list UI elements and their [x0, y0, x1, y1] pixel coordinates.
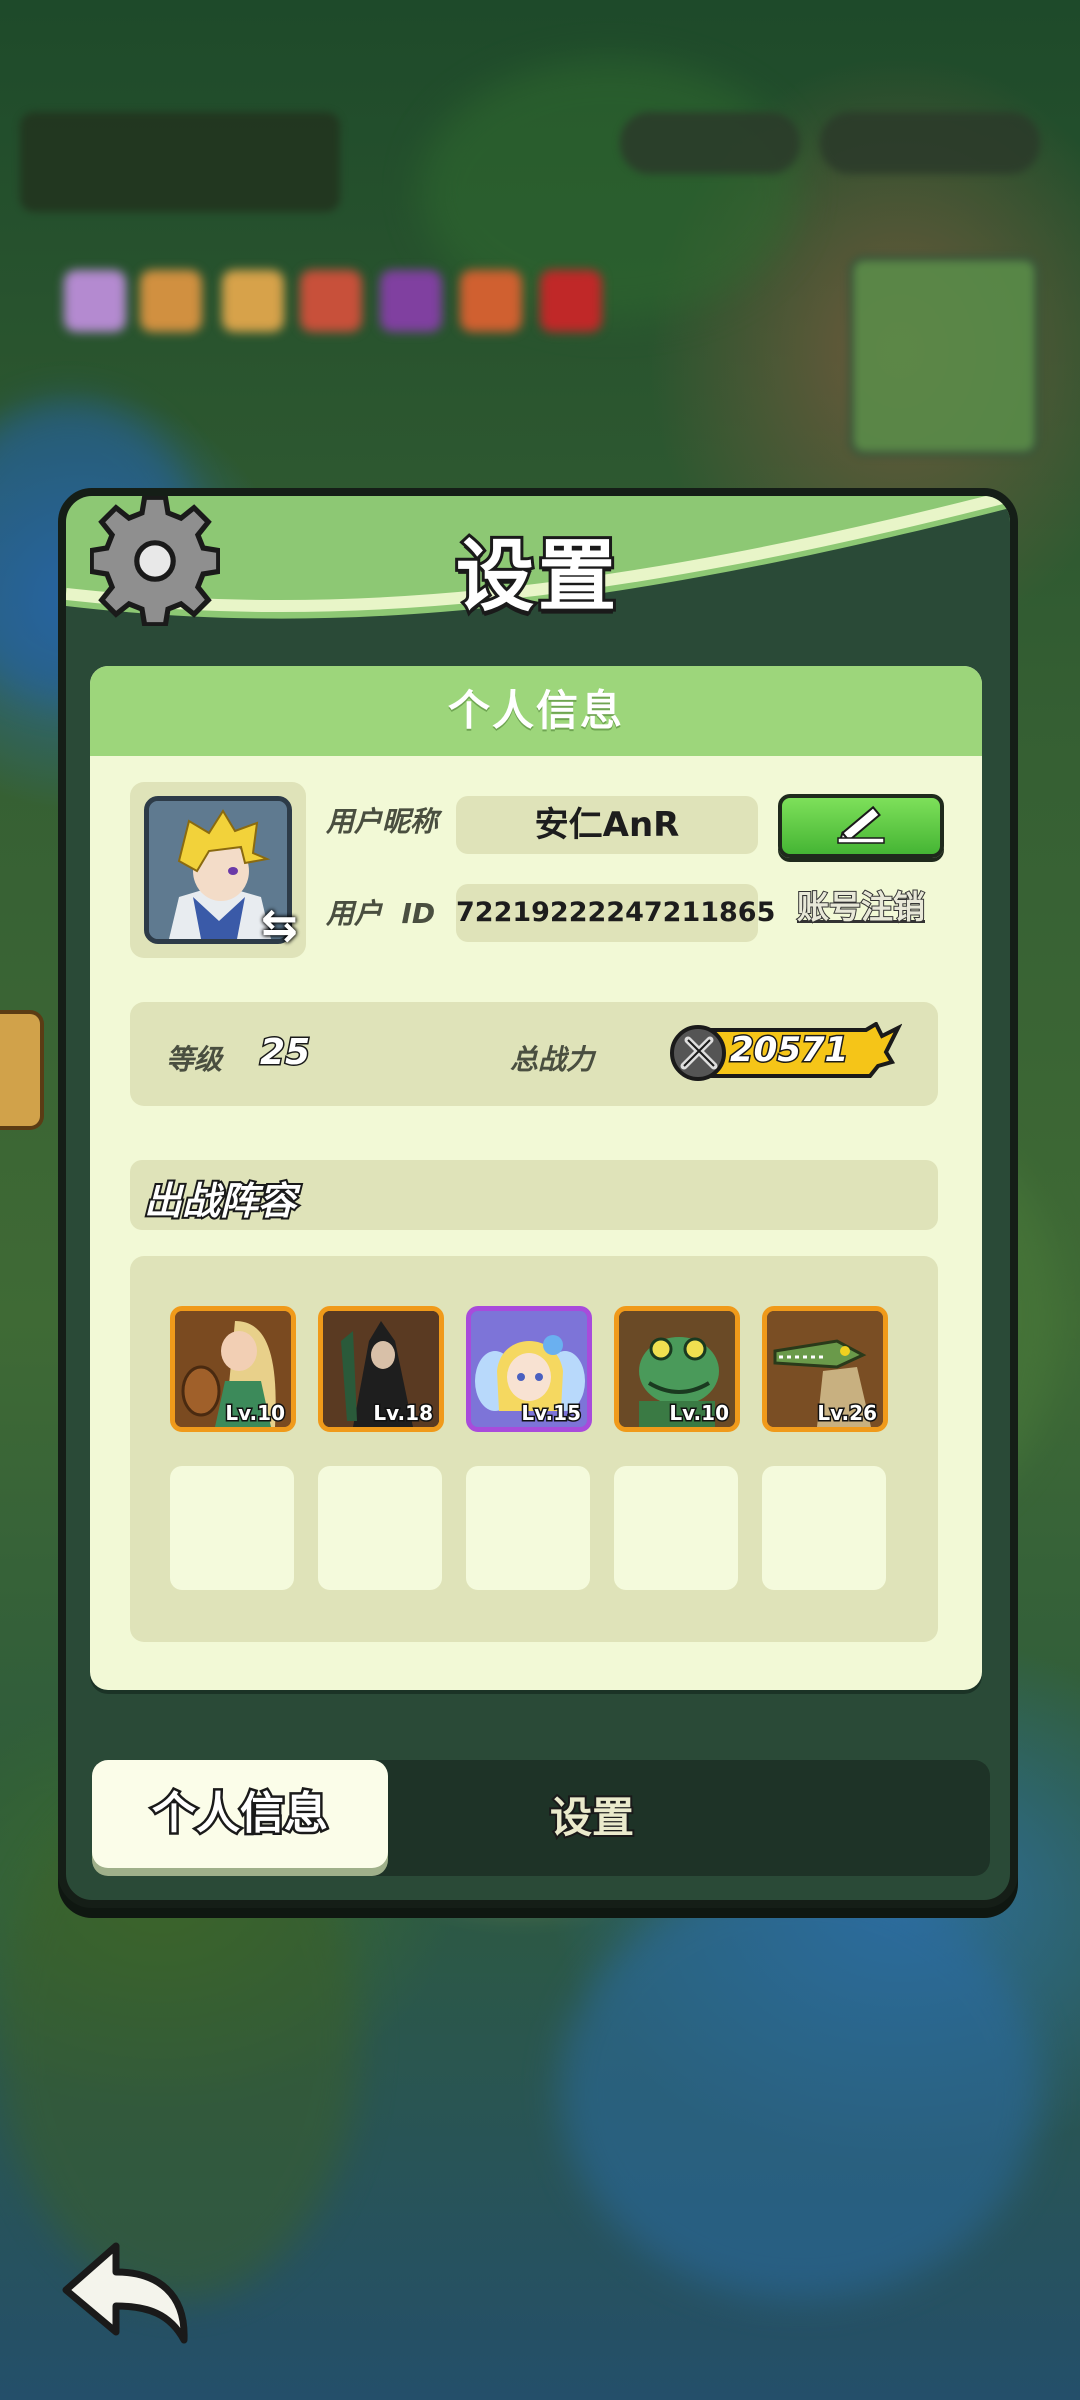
- hero-slot-5[interactable]: Lv.26: [762, 1306, 888, 1432]
- hero-slot-2[interactable]: Lv.18: [318, 1306, 444, 1432]
- hud-hero-icon[interactable]: [64, 270, 126, 332]
- nickname-value: 安仁AnR: [456, 796, 758, 854]
- lineup-area: Lv.10 Lv.18 Lv.15 Lv.10 Lv.26: [130, 1256, 938, 1642]
- empty-hero-slot[interactable]: [762, 1466, 886, 1590]
- player-hud[interactable]: [20, 112, 340, 212]
- hud-hero-icon[interactable]: [140, 270, 202, 332]
- user-id-label: 用户 ID: [326, 897, 436, 930]
- hud-hero-icon[interactable]: [540, 270, 602, 332]
- hero-level-badge: Lv.10: [668, 1400, 731, 1427]
- power-badge: 20571: [670, 1022, 902, 1082]
- power-value: 20571: [728, 1029, 849, 1072]
- empty-hero-slot[interactable]: [466, 1466, 590, 1590]
- empty-hero-slot[interactable]: [170, 1466, 294, 1590]
- gold-counter[interactable]: [820, 112, 1040, 174]
- hud-hero-icon[interactable]: [460, 270, 522, 332]
- hud-hero-icon[interactable]: [300, 270, 362, 332]
- hero-slot-1[interactable]: Lv.10: [170, 1306, 296, 1432]
- edit-nickname-button[interactable]: [778, 794, 944, 858]
- hud-hero-icon[interactable]: [380, 270, 442, 332]
- empty-hero-slot[interactable]: [614, 1466, 738, 1590]
- personal-info-card: 个人信息 ⇆ 用户昵称 安仁AnR 用户 ID 7221922224721186…: [90, 666, 982, 1690]
- page-title: 设置: [453, 529, 620, 625]
- hero-level-badge: Lv.10: [224, 1400, 287, 1427]
- lineup-header: 出战阵容: [130, 1160, 938, 1230]
- hero-level-badge: Lv.26: [816, 1400, 879, 1427]
- tab-personal-info[interactable]: 个人信息: [92, 1760, 388, 1868]
- hero-level-badge: Lv.15: [520, 1400, 583, 1427]
- avatar-frame[interactable]: ⇆: [130, 782, 306, 958]
- tab-bar: 个人信息 设置: [92, 1760, 990, 1876]
- tab-settings[interactable]: 设置: [492, 1760, 692, 1876]
- nickname-label: 用户昵称: [326, 805, 439, 838]
- stats-row: 等级 25 总战力 20571: [130, 1002, 938, 1106]
- power-label: 总战力: [510, 1043, 595, 1076]
- swap-avatar-icon[interactable]: ⇆: [261, 904, 298, 948]
- panel-header: 设置: [66, 496, 1010, 636]
- card-title: 个人信息: [90, 666, 982, 756]
- hero-level-badge: Lv.18: [372, 1400, 435, 1427]
- level-label: 等级: [166, 1043, 223, 1076]
- user-id-value: 72219222247211865: [456, 884, 775, 942]
- hero-slot-3[interactable]: Lv.15: [466, 1306, 592, 1432]
- empty-hero-slot[interactable]: [318, 1466, 442, 1590]
- hud-hero-icon[interactable]: [222, 270, 284, 332]
- minimap[interactable]: [848, 255, 1040, 457]
- hero-slot-4[interactable]: Lv.10: [614, 1306, 740, 1432]
- lineup-title: 出战阵容: [142, 1177, 298, 1225]
- back-arrow-icon[interactable]: [58, 2236, 198, 2348]
- account-cancel-link[interactable]: 账号注销: [778, 882, 944, 928]
- pencil-icon: [837, 805, 885, 844]
- side-menu-icon[interactable]: [0, 1010, 44, 1130]
- level-value: 25: [258, 1031, 311, 1075]
- gem-counter[interactable]: [620, 112, 800, 174]
